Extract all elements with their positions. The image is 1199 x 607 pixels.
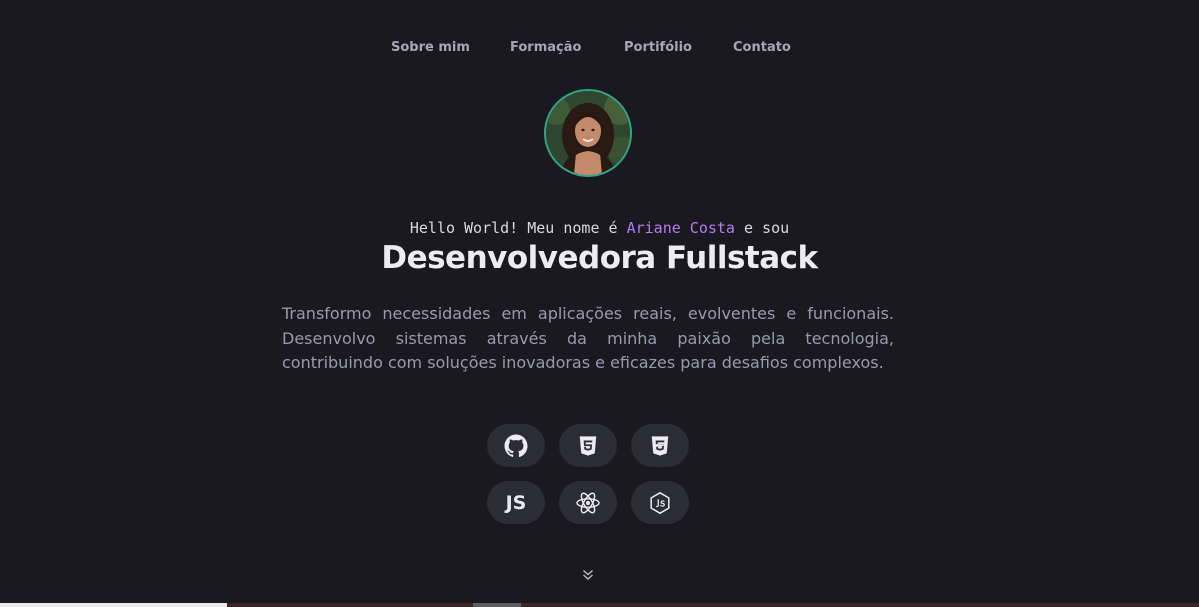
nav-item-contato[interactable]: Contato: [733, 40, 791, 55]
greeting-line: Hello World! Meu nome é Ariane Costa e s…: [0, 219, 1199, 237]
github-icon: [504, 434, 528, 457]
skill-css3[interactable]: [631, 424, 689, 467]
css3-icon: [651, 435, 669, 456]
skill-nodejs[interactable]: [631, 481, 689, 524]
greeting-suffix: e sou: [734, 219, 790, 237]
nav-item-formacao[interactable]: Formação: [510, 40, 581, 55]
double-chevron-down-icon: [583, 569, 593, 581]
skill-javascript[interactable]: JS: [487, 481, 545, 524]
next-section-edge: [0, 603, 1199, 607]
scroll-down-button[interactable]: [581, 567, 595, 581]
react-icon: [576, 492, 600, 513]
skill-html5[interactable]: [559, 424, 617, 467]
nav-item-portifolio[interactable]: Portifólio: [624, 40, 692, 55]
nav-item-sobre-mim[interactable]: Sobre mim: [391, 40, 470, 55]
html5-icon: [579, 435, 597, 456]
greeting-prefix: Hello World! Meu nome é: [409, 219, 627, 237]
javascript-icon: JS: [505, 491, 527, 514]
skill-github[interactable]: [487, 424, 545, 467]
page-title: Desenvolvedora Fullstack: [381, 240, 818, 276]
skill-react[interactable]: [559, 481, 617, 524]
hero-description: Transformo necessidades em aplicações re…: [282, 304, 894, 372]
developer-name: Ariane Costa: [626, 219, 735, 237]
profile-avatar: [544, 89, 632, 177]
nodejs-icon: [650, 491, 670, 514]
